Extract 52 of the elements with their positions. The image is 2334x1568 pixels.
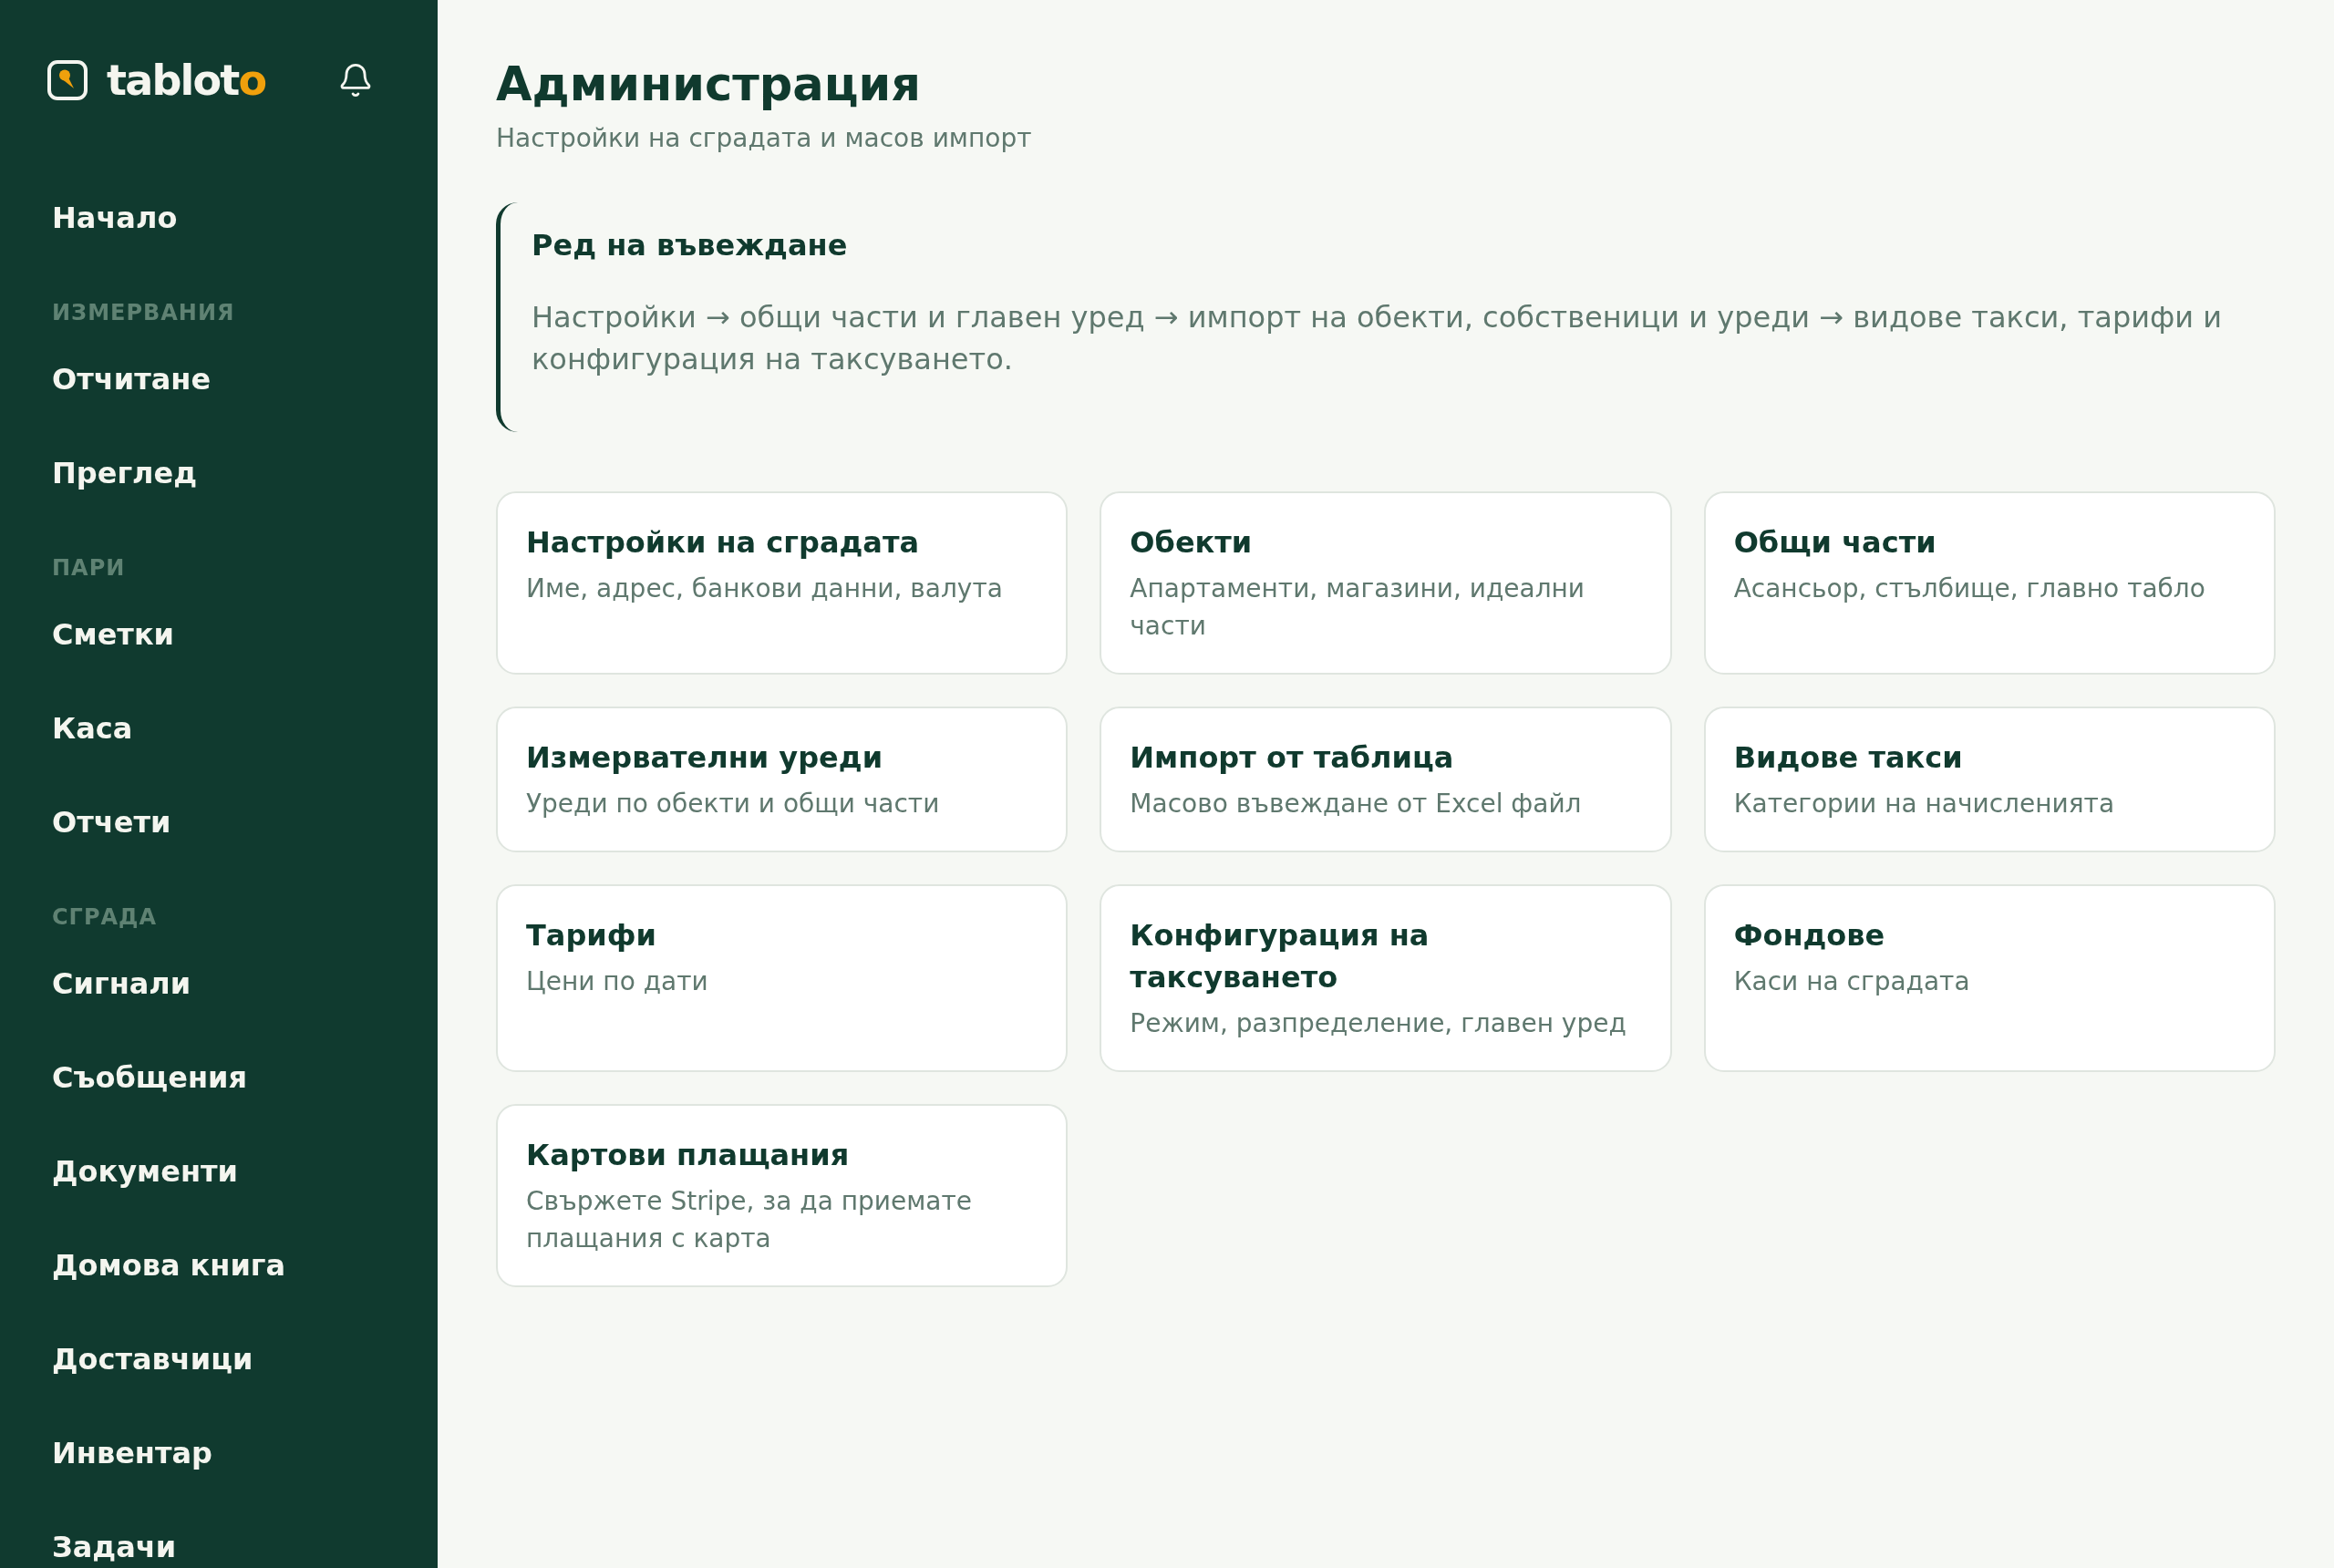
page-title: Администрация: [496, 57, 923, 112]
admin-card[interactable]: Настройки на сградата Име, адрес, банкови данни, валута: [496, 491, 1069, 675]
card-description: Масово въвеждане от Excel файл: [1130, 788, 1583, 820]
admin-card[interactable]: Картови плащания Свържете Stripe, за да приемате плащания с карта: [496, 1104, 1069, 1287]
card-title: Конфигурация на таксуването: [1130, 917, 1430, 996]
admin-card[interactable]: Импорт от таблица Масово въвеждане от Excel файл: [1100, 707, 1672, 852]
card-title: Тарифи: [526, 917, 657, 954]
card-title: Общи части: [1733, 524, 1937, 562]
nav-link[interactable]: Съобщения: [52, 1058, 247, 1096]
nav-section-heading: СГРАДА: [52, 904, 158, 930]
nav-section-heading: ИЗМЕРВАНИЯ: [52, 300, 235, 325]
card-description: Уреди по обекти и общи части: [526, 788, 941, 820]
admin-card[interactable]: Конфигурация на таксуването Режим, разпределение, главен уред: [1100, 884, 1672, 1072]
admin-card[interactable]: Измервателни уреди Уреди по обекти и общи части: [496, 707, 1069, 852]
card-description: Цени по дати: [526, 965, 709, 998]
card-description: Асансьор, стълбище, главно табло: [1733, 573, 2206, 605]
card-description: Име, адрес, банкови данни, валута: [526, 573, 1004, 605]
nav-link[interactable]: Отчитане: [52, 360, 212, 397]
callout-title: Ред на въвеждане: [532, 227, 849, 263]
nav-link[interactable]: Преглед: [52, 454, 198, 491]
nav-link[interactable]: Домова книга: [52, 1246, 286, 1284]
nav-link[interactable]: Начало: [52, 199, 178, 236]
admin-card[interactable]: Фондове Каси на сградата: [1703, 884, 2276, 1072]
admin-card[interactable]: Общи части Асансьор, стълбище, главно табло: [1703, 491, 2276, 675]
card-title: Настройки на сградата: [526, 524, 921, 562]
nav-link[interactable]: Отчети: [52, 803, 171, 841]
admin-card[interactable]: Обекти Апартаменти, магазини, идеални части: [1100, 491, 1672, 675]
nav-link[interactable]: Инвентар: [52, 1434, 212, 1471]
nav-link[interactable]: Доставчици: [52, 1340, 253, 1377]
card-title: Обекти: [1130, 524, 1254, 562]
admin-card[interactable]: Видове такси Категории на начисленията: [1703, 707, 2276, 852]
callout-text: Настройки → общи части и главен уред → импорт на обекти, собственици и уреди → видове такси, тарифи и конфигурация на таксуването.: [532, 299, 2224, 378]
nav-link[interactable]: Задачи: [52, 1528, 177, 1565]
nav-section-heading: ПАРИ: [52, 555, 126, 581]
nav-link[interactable]: Документи: [52, 1152, 238, 1190]
card-title: Фондове: [1733, 917, 1886, 954]
card-description: Категории на начисленията: [1733, 788, 2116, 820]
card-title: Видове такси: [1733, 739, 1964, 777]
card-description: Режим, разпределение, главен уред: [1130, 1007, 1627, 1040]
admin-card[interactable]: Тарифи Цени по дати: [496, 884, 1069, 1072]
card-description: Апартаменти, магазини, идеални части: [1130, 573, 1586, 643]
logo-icon: [47, 60, 88, 100]
card-title: Импорт от таблица: [1130, 739, 1455, 777]
card-description: Каси на сградата: [1733, 965, 1971, 998]
card-title: Измервателни уреди: [526, 739, 884, 777]
card-description: Свържете Stripe, за да приемате плащания с карта: [526, 1185, 974, 1255]
page-subtitle: Настройки на сградата и масов импорт: [496, 122, 1033, 155]
nav-link[interactable]: Сигнали: [52, 965, 191, 1002]
nav-link[interactable]: Каса: [52, 709, 133, 747]
nav-link[interactable]: Сметки: [52, 615, 175, 653]
card-title: Картови плащания: [526, 1137, 851, 1174]
logo-wordmark: tabloto: [107, 60, 266, 100]
